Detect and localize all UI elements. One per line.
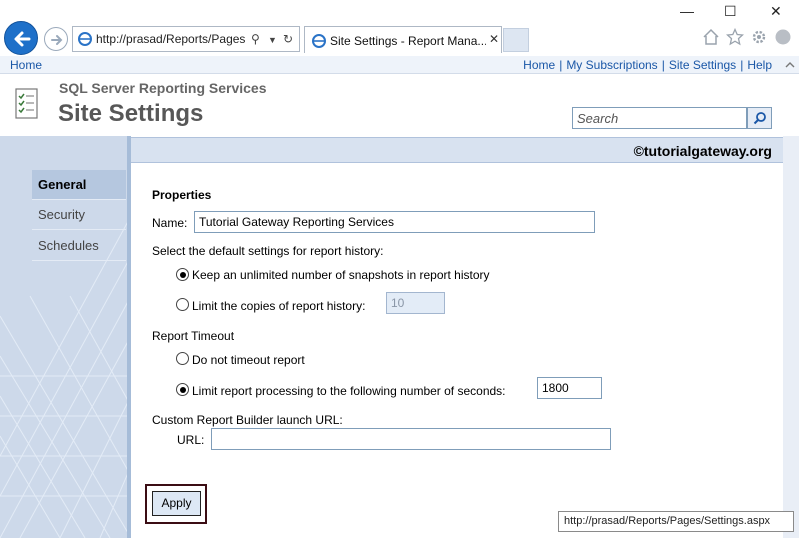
limit-timeout-label[interactable]: Limit report processing to the following… bbox=[192, 384, 506, 398]
browser-chrome: http://prasad/Reports/Pages ⚲ ▼ ↻ Site S… bbox=[0, 0, 799, 56]
page-header: SQL Server Reporting Services Site Setti… bbox=[0, 74, 799, 136]
scroll-up-icon[interactable] bbox=[785, 60, 795, 70]
limit-timeout-radio[interactable] bbox=[176, 383, 189, 396]
link-separator: | bbox=[740, 58, 744, 72]
feedback-smiley-icon[interactable] bbox=[774, 28, 792, 46]
home-icon[interactable] bbox=[702, 28, 720, 46]
properties-heading: Properties bbox=[152, 188, 212, 202]
no-timeout-label[interactable]: Do not timeout report bbox=[192, 353, 305, 367]
back-button[interactable] bbox=[4, 21, 38, 55]
page-title: Site Settings bbox=[58, 100, 204, 127]
search-icon[interactable]: ⚲ bbox=[251, 32, 260, 46]
content-banner: ©tutorialgateway.org bbox=[131, 137, 783, 163]
forward-button[interactable] bbox=[44, 27, 68, 51]
report-builder-label: Custom Report Builder launch URL: bbox=[152, 413, 343, 427]
settings-checklist-icon bbox=[15, 88, 38, 119]
status-url-tooltip: http://prasad/Reports/Pages/Settings.asp… bbox=[558, 511, 794, 532]
right-margin bbox=[783, 136, 799, 538]
name-label: Name: bbox=[152, 216, 188, 230]
dropdown-icon[interactable]: ▼ bbox=[268, 35, 277, 45]
breadcrumb-home-link[interactable]: Home bbox=[10, 58, 42, 72]
sidebar-item-security[interactable]: Security bbox=[32, 200, 126, 230]
close-window-icon[interactable]: ✕ bbox=[770, 3, 782, 20]
product-name: SQL Server Reporting Services bbox=[59, 80, 267, 96]
refresh-icon[interactable]: ↻ bbox=[283, 32, 293, 46]
new-tab-button[interactable] bbox=[503, 28, 529, 52]
sidebar-item-general[interactable]: General bbox=[32, 170, 126, 200]
site-settings-link[interactable]: Site Settings bbox=[669, 58, 736, 72]
address-url[interactable]: http://prasad/Reports/Pages bbox=[96, 32, 248, 46]
ie-icon bbox=[78, 32, 92, 46]
forward-arrow-icon bbox=[51, 35, 63, 45]
report-builder-url-input[interactable] bbox=[211, 428, 611, 450]
search-input[interactable]: Search bbox=[572, 107, 747, 129]
timeout-seconds-input[interactable]: 1800 bbox=[537, 377, 602, 399]
global-links: Home | My Subscriptions | Site Settings | Help bbox=[523, 58, 772, 72]
report-timeout-label: Report Timeout bbox=[152, 329, 235, 343]
search-button[interactable] bbox=[747, 107, 772, 129]
apply-button[interactable]: Apply bbox=[152, 491, 201, 516]
ie-tab-icon bbox=[312, 34, 326, 48]
tab-title: Site Settings - Report Mana... bbox=[330, 34, 486, 48]
sidebar-item-schedules[interactable]: Schedules bbox=[32, 231, 126, 261]
minimize-icon[interactable]: — bbox=[680, 3, 694, 19]
address-bar[interactable]: http://prasad/Reports/Pages ⚲ ▼ ↻ bbox=[72, 26, 300, 52]
url-label: URL: bbox=[177, 433, 205, 447]
gear-icon[interactable] bbox=[750, 28, 768, 46]
history-limit-input[interactable]: 10 bbox=[386, 292, 445, 314]
search-icon bbox=[753, 112, 766, 125]
maximize-icon[interactable]: ☐ bbox=[724, 3, 737, 20]
home-link[interactable]: Home bbox=[523, 58, 555, 72]
limit-history-radio[interactable] bbox=[176, 298, 189, 311]
no-timeout-radio[interactable] bbox=[176, 352, 189, 365]
history-label: Select the default settings for report h… bbox=[152, 244, 384, 258]
watermark-text: ©tutorialgateway.org bbox=[633, 143, 772, 159]
name-input[interactable]: Tutorial Gateway Reporting Services bbox=[194, 211, 595, 233]
close-tab-icon[interactable]: ✕ bbox=[489, 32, 499, 46]
my-subscriptions-link[interactable]: My Subscriptions bbox=[566, 58, 657, 72]
unlimited-snapshots-label[interactable]: Keep an unlimited number of snapshots in… bbox=[192, 268, 490, 282]
link-separator: | bbox=[559, 58, 563, 72]
browser-tab[interactable]: Site Settings - Report Mana... ✕ bbox=[304, 26, 502, 53]
link-separator: | bbox=[661, 58, 665, 72]
back-arrow-icon bbox=[14, 31, 31, 47]
favorites-star-icon[interactable] bbox=[726, 28, 744, 46]
help-link[interactable]: Help bbox=[747, 58, 772, 72]
top-navigation: Home Home | My Subscriptions | Site Settings… bbox=[0, 56, 799, 74]
unlimited-snapshots-radio[interactable] bbox=[176, 268, 189, 281]
limit-history-label[interactable]: Limit the copies of report history: bbox=[192, 299, 365, 313]
